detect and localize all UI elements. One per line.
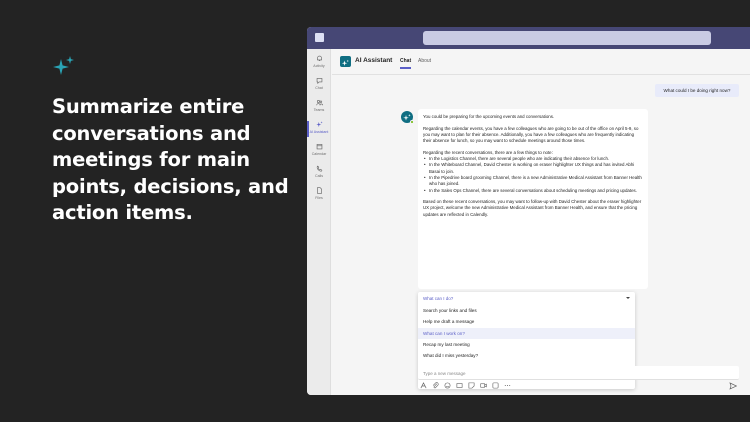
presence-badge [410, 120, 414, 124]
suggestion-item[interactable]: Recap my last meeting [418, 339, 635, 350]
search-input[interactable] [423, 31, 711, 45]
suggestion-item[interactable]: Search your links and files [418, 305, 635, 316]
message-composer[interactable]: Type a new message [418, 366, 739, 380]
list-item: In the Pipedrive board grooming Channel,… [423, 175, 643, 188]
more-icon[interactable] [504, 382, 511, 389]
app-logo-icon [315, 33, 324, 42]
teams-icon [315, 100, 323, 106]
ai-assistant-avatar [340, 56, 351, 67]
bot-message: You could be preparing for the upcoming … [418, 109, 648, 289]
list-item: In the Whiteboard Channel, David Chester… [423, 162, 643, 175]
bot-message-calendar: Regarding the calendar events, you have … [423, 125, 639, 144]
rail-label: Files [315, 195, 323, 200]
rail-item-ai-assistant[interactable]: AI Assistant [307, 119, 331, 141]
chat-header: AI Assistant Chat About [332, 49, 750, 75]
app-window: Activity Chat Teams AI Assistant Calenda… [307, 27, 750, 395]
rail-item-calendar[interactable]: Calendar [307, 141, 331, 163]
sparkle-icon [341, 59, 349, 66]
suggestion-item-selected[interactable]: What can I work on? [418, 327, 635, 339]
tab-chat[interactable]: Chat [400, 58, 412, 69]
user-message: What could I be doing right now? [655, 84, 739, 97]
bell-icon [316, 55, 322, 61]
meet-icon[interactable] [480, 382, 487, 389]
tab-about[interactable]: About [418, 58, 431, 64]
gif-icon[interactable] [456, 382, 463, 389]
sparkle-icon [53, 56, 74, 75]
composer-placeholder: Type a new message [423, 370, 466, 376]
chat-icon [316, 78, 322, 84]
bot-message-intro: You could be preparing for the upcoming … [423, 114, 555, 119]
list-item: In the Sales Ops Channel, there are seve… [423, 188, 643, 195]
rail-item-calls[interactable]: Calls [307, 163, 331, 185]
suggestion-item[interactable]: What did I miss yesterday? [418, 350, 635, 361]
sparkle-icon [315, 121, 323, 127]
rail-label: Chat [315, 85, 323, 90]
marketing-headline: Summarize entire conversations and meeti… [52, 95, 289, 224]
bot-message-bullets: In the Logistics Channel, there are seve… [423, 156, 643, 194]
rail-label: AI Assistant [309, 129, 329, 134]
rail-item-chat[interactable]: Chat [307, 75, 331, 97]
emoji-icon[interactable] [444, 382, 451, 389]
rail-item-teams[interactable]: Teams [307, 97, 331, 119]
dropdown-header[interactable]: What can I do? [423, 296, 453, 301]
sticker-icon[interactable] [468, 382, 475, 389]
format-icon[interactable] [420, 382, 427, 389]
title-bar [307, 27, 750, 49]
phone-icon [316, 165, 322, 172]
chevron-down-icon[interactable] [626, 297, 630, 299]
rail-label: Calls [315, 173, 323, 178]
file-icon [316, 187, 322, 194]
rail-label: Activity [313, 63, 325, 68]
rail-item-activity[interactable]: Activity [307, 53, 331, 75]
calendar-icon [316, 144, 322, 150]
suggestion-item[interactable]: Help me draft a message [418, 316, 635, 327]
loop-icon[interactable] [492, 382, 499, 389]
chat-title: AI Assistant [355, 57, 393, 64]
app-rail: Activity Chat Teams AI Assistant Calenda… [307, 49, 331, 395]
rail-label: Teams [313, 107, 325, 112]
rail-label: Calendar [311, 151, 327, 156]
send-icon[interactable] [729, 382, 737, 390]
rail-item-files[interactable]: Files [307, 185, 331, 207]
attach-icon[interactable] [432, 382, 439, 389]
bot-message-conclusion: Based on these recent conversations, you… [423, 199, 642, 217]
